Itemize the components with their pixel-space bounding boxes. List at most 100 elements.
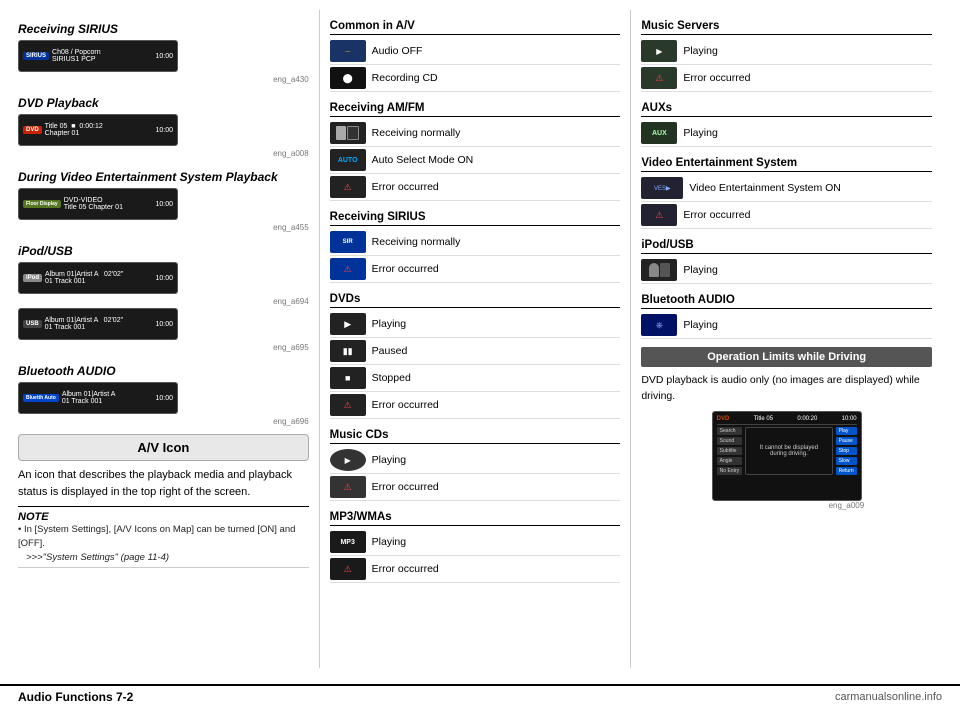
ipod-time: 10:00: [155, 275, 173, 282]
dvd-op-center-text: It cannot be displayedduring driving.: [760, 445, 818, 457]
amfm-desc-1: Auto Select Mode ON: [372, 154, 474, 166]
eng-ipod2: eng_a695: [18, 343, 309, 352]
ipod-logo: iPod: [23, 274, 42, 282]
dvds-row-1: ▮▮ Paused: [330, 338, 621, 365]
ipod-usb-desc-0: Playing: [683, 264, 717, 276]
icon-ms-play: ▶: [641, 40, 677, 62]
ipod-usb-row-0: Playing: [641, 257, 932, 284]
av-icon-body: An icon that describes the playback medi…: [18, 467, 309, 500]
icon-cd-play: ▶: [330, 449, 366, 471]
note-title: NOTE: [18, 511, 309, 523]
ms-row-0: ▶ Playing: [641, 38, 932, 65]
section-ipod-title: iPod/USB: [18, 244, 309, 258]
ipod-info: Album 01|Artist A 02'02"01 Track 001: [45, 271, 123, 285]
icon-cd-err: ⚠: [330, 476, 366, 498]
section-bt-title: Bluetooth AUDIO: [18, 364, 309, 378]
dvds-desc-2: Stopped: [372, 372, 411, 384]
dvd-op-titleinfo: Title 05: [754, 416, 773, 422]
dvd-op-buttons: Play Pause Stop Slow Return: [836, 427, 857, 475]
amfm-row-0: Receiving normally: [330, 120, 621, 147]
dvd-play-icon: ▶: [344, 319, 351, 330]
menu-sound: Sound: [717, 437, 742, 445]
err-amfm-icon: ⚠: [344, 182, 352, 193]
amfm-row-1: AUTO Auto Select Mode ON: [330, 147, 621, 174]
audio-off-icon: ⎯: [345, 46, 350, 57]
dvd-op-screen: DVD Title 05 0:00:20 10:00 Search Sound …: [712, 411, 862, 501]
sirius-err-icon: ⚠: [344, 264, 352, 275]
icon-ms-err: ⚠: [641, 67, 677, 89]
icon-sirius-normal: SIR: [330, 231, 366, 253]
section-auxs-title: AUXs: [641, 102, 932, 117]
bt-audio-row-0: ⎈ Playing: [641, 312, 932, 339]
dvds-row-3: ⚠ Error occurred: [330, 392, 621, 419]
recsirius-desc-1: Error occurred: [372, 263, 439, 275]
mp3-play-icon: MP3: [340, 539, 354, 546]
btn-return: Return: [836, 467, 857, 475]
eng-video: eng_a455: [18, 223, 309, 232]
ms-desc-0: Playing: [683, 45, 717, 57]
ves-desc-0: Video Entertainment System ON: [689, 182, 841, 194]
column-1: Receiving SIRIUS SIRIUS Ch08 / PopcornSI…: [18, 10, 320, 668]
ms-play-icon: ▶: [656, 47, 662, 56]
auto-icon: AUTO: [338, 157, 358, 164]
dvds-desc-1: Paused: [372, 345, 408, 357]
dvd-op-body: Search Sound Subtitle Angle No Entry It …: [717, 427, 857, 475]
musiccd-row-1: ⚠ Error occurred: [330, 474, 621, 501]
recsirius-row-0: SIR Receiving normally: [330, 229, 621, 256]
footer-left: Audio Functions 7-2: [18, 690, 133, 704]
usb-info: Album 01|Artist A 02'02"01 Track 001: [45, 317, 123, 331]
usb-time: 10:00: [155, 321, 173, 328]
ms-desc-1: Error occurred: [683, 72, 750, 84]
dvd-pause-icon: ▮▮: [343, 346, 353, 357]
page: Receiving SIRIUS SIRIUS Ch08 / PopcornSI…: [0, 0, 960, 708]
icon-sirius-err: ⚠: [330, 258, 366, 280]
icon-dvd-play: ▶: [330, 313, 366, 335]
icon-mp3-err: ⚠: [330, 558, 366, 580]
bt-info: Album 01|Artist A01 Track 001: [62, 391, 116, 405]
aux-play-icon: AUX: [652, 130, 667, 137]
eng-ipod1: eng_a694: [18, 297, 309, 306]
ms-err-icon: ⚠: [655, 73, 663, 84]
mp3-desc-1: Error occurred: [372, 563, 439, 575]
eng-dvd: eng_a008: [18, 149, 309, 158]
section-dvds-title: DVDs: [330, 293, 621, 308]
icon-ipod-usb-play: [641, 259, 677, 281]
ves-desc-1: Error occurred: [683, 209, 750, 221]
aux-desc-0: Playing: [683, 127, 717, 139]
section-mp3-title: MP3/WMAs: [330, 511, 621, 526]
dvd-op-logo: DVD: [717, 416, 730, 422]
sirius-normal-icon: SIR: [343, 239, 353, 245]
dvd-stop-icon: ■: [345, 373, 350, 383]
screen-dvd: DVD Title 05 ■ 0:00:12Chapter 01 10:00: [18, 114, 178, 146]
menu-search: Search: [717, 427, 742, 435]
menu-subtitle: Subtitle: [717, 447, 742, 455]
btn-play: Play: [836, 427, 857, 435]
amfm-row-2: ⚠ Error occurred: [330, 174, 621, 201]
sirius-time: 10:00: [155, 53, 173, 60]
section-music-servers-title: Music Servers: [641, 20, 932, 35]
ves-err-icon: ⚠: [655, 210, 663, 221]
section-common-av-title: Common in A/V: [330, 20, 621, 35]
footer-right: carmanualsonline.info: [835, 691, 942, 703]
section-am-fm-title: Receiving AM/FM: [330, 102, 621, 117]
btn-pause: Pause: [836, 437, 857, 445]
section-receiving-sirius-title: Receiving SIRIUS: [18, 22, 309, 36]
dvds-desc-3: Error occurred: [372, 399, 439, 411]
mp3-row-1: ⚠ Error occurred: [330, 556, 621, 583]
rec-cd-icon: ⬤: [343, 73, 353, 84]
icon-rec-cd: ⬤: [330, 67, 366, 89]
column-2: Common in A/V ⎯ Audio OFF ⬤ Recording CD…: [320, 10, 632, 668]
video-info: DVD-VIDEOTitle 05 Chapter 01: [64, 197, 123, 211]
section-ves-title: Video Entertainment System: [641, 157, 932, 172]
section-video-title: During Video Entertainment System Playba…: [18, 170, 309, 184]
bottom-bar: Audio Functions 7-2 carmanualsonline.inf…: [0, 684, 960, 708]
dvd-op-header: DVD Title 05 0:00:20 10:00: [717, 416, 857, 425]
dvd-op-time: 0:00:20: [797, 416, 817, 422]
screen-ipod: iPod Album 01|Artist A 02'02"01 Track 00…: [18, 262, 178, 294]
bt-audio-play-icon: ⎈: [656, 320, 663, 331]
common-av-desc-0: Audio OFF: [372, 45, 423, 57]
icon-err-amfm: ⚠: [330, 176, 366, 198]
icon-audio-off: ⎯: [330, 40, 366, 62]
amfm-desc-0: Receiving normally: [372, 127, 461, 139]
musiccd-desc-0: Playing: [372, 454, 406, 466]
